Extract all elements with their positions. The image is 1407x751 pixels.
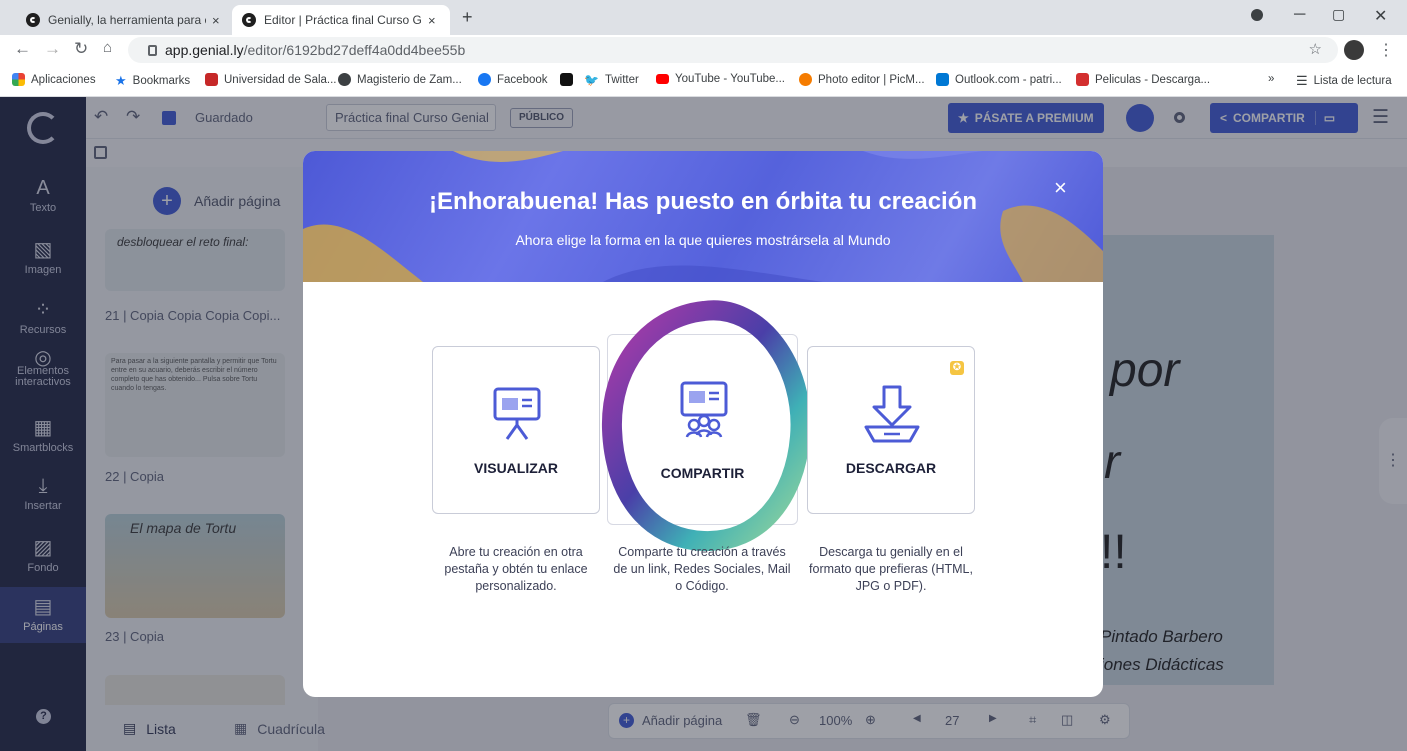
bookmark-label: Universidad de Sala... xyxy=(224,73,337,86)
url-path: /editor/6192bd27deff4a0dd4bee55b xyxy=(243,42,466,58)
browser-tab-editor[interactable]: Editor | Práctica final Curso Geni × xyxy=(232,5,450,35)
share-label: COMPARTIR xyxy=(660,465,745,481)
reading-list-button[interactable]: ☰ Lista de lectura xyxy=(1296,73,1392,89)
modal-title: ¡Enhorabuena! Has puesto en órbita tu cr… xyxy=(428,188,978,215)
bookmark-star-icon[interactable]: ☆ xyxy=(1309,40,1322,58)
visualize-label: VISUALIZAR xyxy=(474,460,558,476)
close-icon[interactable]: × xyxy=(1054,175,1067,201)
bookmark-label: Twitter xyxy=(604,74,639,86)
download-label: DESCARGAR xyxy=(845,460,937,476)
bookmark-peliculas[interactable]: Peliculas - Descarga... xyxy=(1076,73,1210,86)
youtube-icon xyxy=(656,74,669,84)
bookmarks-more-button[interactable]: » xyxy=(1268,73,1274,85)
visualize-option-card[interactable]: VISUALIZAR xyxy=(432,346,600,514)
bookmark-label: YouTube - YouTube... xyxy=(675,73,785,85)
profile-status-icon[interactable] xyxy=(1251,9,1263,21)
home-icon[interactable]: ⌂ xyxy=(103,39,112,56)
bookmark-photo-editor[interactable]: Photo editor | PicM... xyxy=(799,73,925,86)
forward-arrow-icon[interactable]: → xyxy=(44,39,61,59)
bookmark-label: Outlook.com - patri... xyxy=(955,73,1062,86)
share-description: Comparte tu creación a través de un link… xyxy=(613,545,791,593)
premium-star-icon: ✪ xyxy=(950,361,964,375)
minimize-icon[interactable]: ─ xyxy=(1294,6,1305,24)
bookmark-youtube[interactable]: YouTube - YouTube... xyxy=(656,73,785,85)
reading-list-label: Lista de lectura xyxy=(1313,75,1392,87)
bookmark-magisterio[interactable]: Magisterio de Zam... xyxy=(338,73,462,86)
bookmark-facebook[interactable]: Facebook xyxy=(478,73,548,86)
presentation-icon xyxy=(493,387,541,440)
globe-icon xyxy=(338,73,351,86)
university-favicon-icon xyxy=(205,73,218,86)
bookmark-universidad[interactable]: Universidad de Sala... xyxy=(205,73,337,86)
tab-close-icon[interactable]: × xyxy=(428,13,436,28)
share-presentation-icon xyxy=(680,381,728,438)
tab-title: Genially, la herramienta para cre xyxy=(48,13,206,27)
bookmarks-bar: Aplicaciones ★ Bookmarks Universidad de … xyxy=(0,65,1407,97)
facebook-icon xyxy=(478,73,491,86)
bookmark-label: Bookmarks xyxy=(132,75,191,87)
browser-toolbar: ← → ↻ ⌂ app.genial.ly/editor/6192bd27def… xyxy=(0,35,1407,65)
bookmark-label: Aplicaciones xyxy=(31,73,96,86)
outlook-icon xyxy=(936,73,949,86)
avatar[interactable] xyxy=(1344,40,1364,60)
window-close-icon[interactable]: ✕ xyxy=(1374,6,1387,26)
bookmark-apps[interactable]: Aplicaciones xyxy=(12,73,96,86)
address-bar[interactable]: app.genial.ly/editor/6192bd27deff4a0dd4b… xyxy=(128,37,1338,63)
movies-icon xyxy=(1076,73,1089,86)
genially-favicon-icon xyxy=(242,13,256,27)
back-arrow-icon[interactable]: ← xyxy=(14,39,31,59)
browser-menu-icon[interactable]: ⋮ xyxy=(1378,40,1394,60)
bookmark-label: Peliculas - Descarga... xyxy=(1095,73,1211,86)
browser-tab-genially[interactable]: Genially, la herramienta para cre × xyxy=(16,5,230,35)
reload-icon[interactable]: ↻ xyxy=(74,39,88,59)
bookmark-dark-site[interactable] xyxy=(560,73,579,86)
twitter-icon: 🐦 xyxy=(584,73,599,87)
bookmark-outlook[interactable]: Outlook.com - patri... xyxy=(936,73,1062,86)
browser-tab-strip: Genially, la herramienta para cre × Edit… xyxy=(0,0,1407,35)
gold-paint-decoration xyxy=(303,151,1103,282)
bookmark-bookmarks[interactable]: ★ Bookmarks xyxy=(115,73,190,89)
apps-grid-icon xyxy=(12,73,25,86)
bookmark-label: Magisterio de Zam... xyxy=(357,73,462,86)
site-favicon-icon xyxy=(560,73,573,86)
bookmark-twitter[interactable]: 🐦 Twitter xyxy=(584,73,639,87)
visualize-description: Abre tu creación en otra pestaña y obtén… xyxy=(444,545,588,593)
download-icon xyxy=(864,385,920,443)
modal-subtitle: Ahora elige la forma en la que quieres m… xyxy=(515,232,891,248)
picmonkey-icon xyxy=(799,73,812,86)
genially-favicon-icon xyxy=(26,13,40,27)
publish-success-modal: ¡Enhorabuena! Has puesto en órbita tu cr… xyxy=(303,151,1103,697)
tab-title: Editor | Práctica final Curso Geni xyxy=(264,13,422,27)
share-option-card[interactable]: COMPARTIR xyxy=(601,300,810,551)
reading-list-icon: ☰ xyxy=(1296,73,1308,88)
bookmark-label: Facebook xyxy=(497,73,548,86)
star-icon: ★ xyxy=(115,73,127,88)
url-domain: app.genial.ly xyxy=(165,42,244,58)
tab-close-icon[interactable]: × xyxy=(212,13,220,28)
maximize-icon[interactable]: ▢ xyxy=(1332,6,1345,23)
download-description: Descarga tu genially en el formato que p… xyxy=(809,545,973,593)
bookmark-label: Photo editor | PicM... xyxy=(818,73,925,86)
modal-header: ¡Enhorabuena! Has puesto en órbita tu cr… xyxy=(303,151,1103,282)
new-tab-button[interactable]: + xyxy=(462,7,473,28)
download-option-card[interactable]: ✪ DESCARGAR xyxy=(807,346,975,514)
lock-icon xyxy=(148,44,157,56)
